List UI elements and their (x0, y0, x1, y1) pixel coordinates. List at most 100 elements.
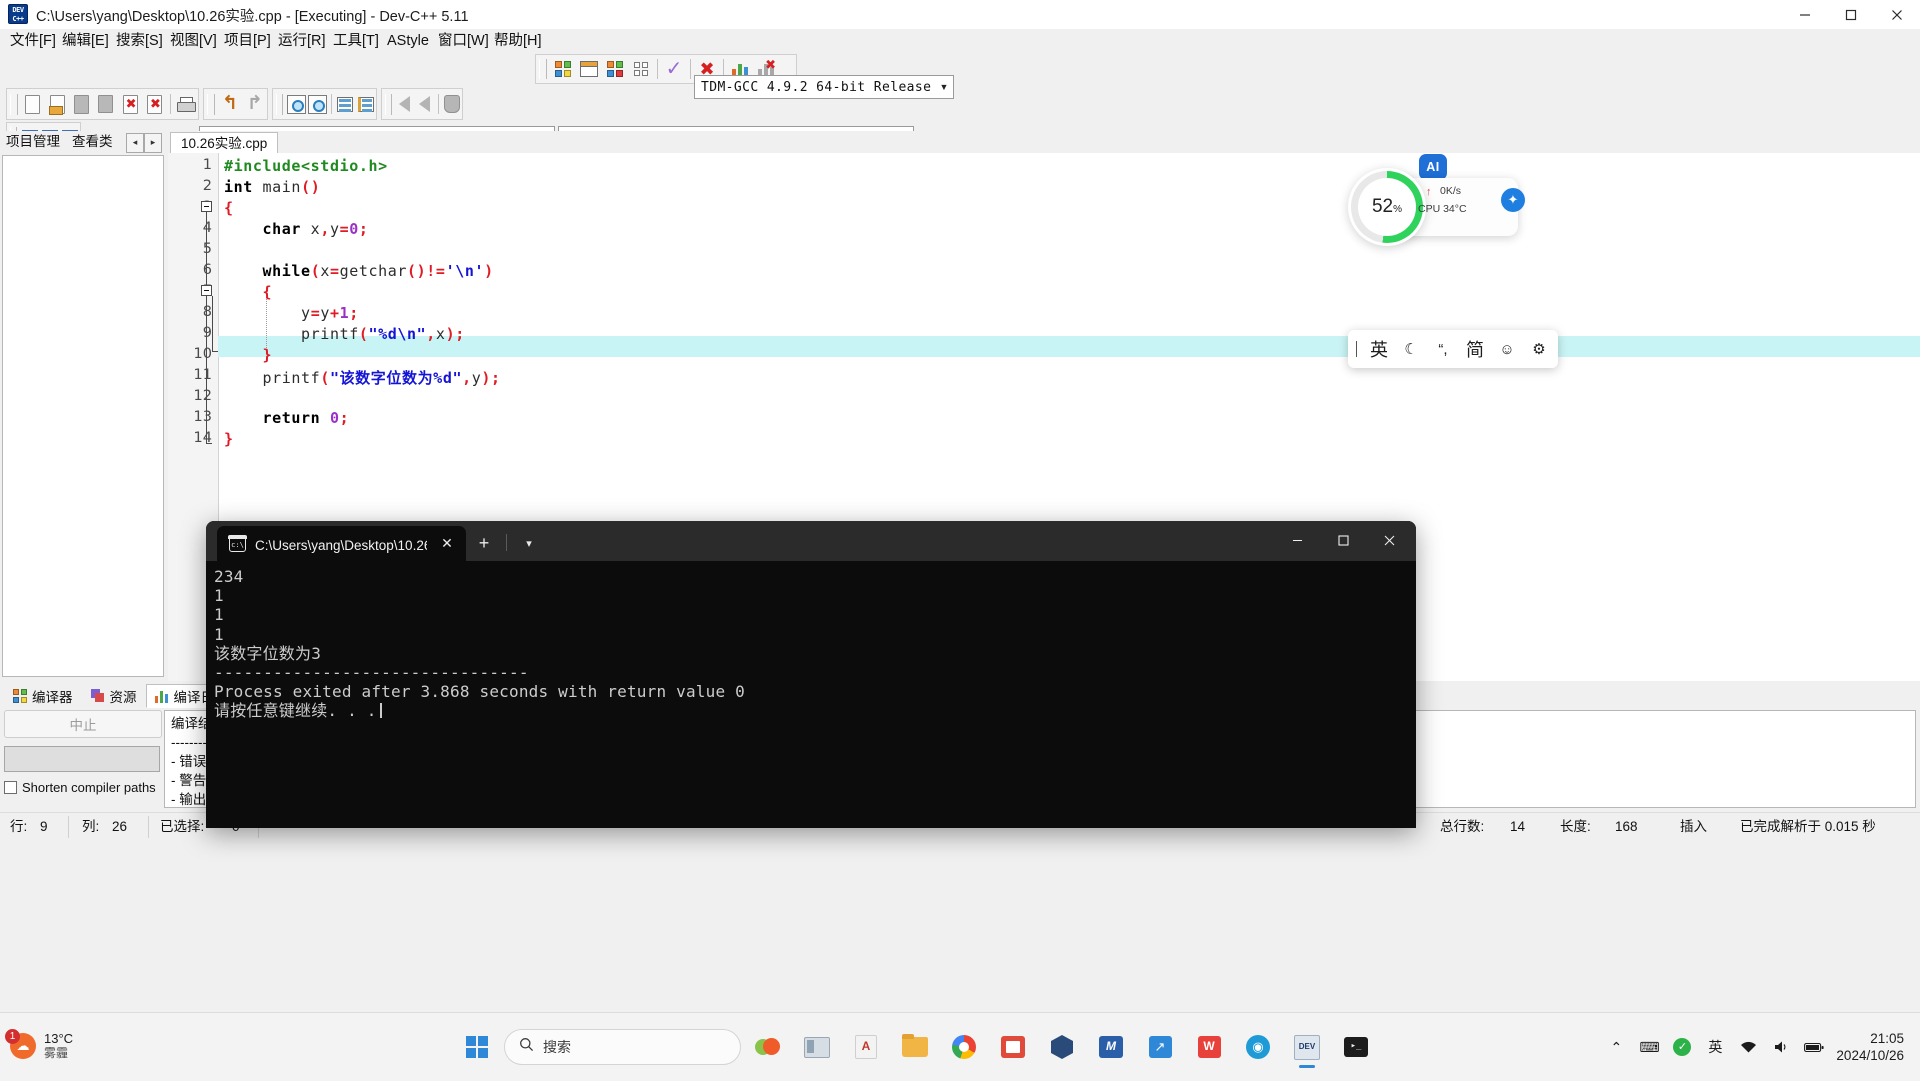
toolbar-grip[interactable] (10, 93, 18, 115)
syntax-check-button[interactable]: ✓ (661, 56, 687, 82)
taskbar-search[interactable]: 搜索 (504, 1029, 741, 1065)
keyboard-icon[interactable]: ⌨ (1634, 1030, 1664, 1064)
toolbar-grip[interactable] (207, 93, 215, 115)
menu-edit[interactable]: 编辑[E] (58, 31, 113, 51)
app-icon-acrobat[interactable]: A (844, 1025, 888, 1069)
menu-tools[interactable]: 工具[T] (329, 31, 383, 51)
tab-class-browser[interactable]: 查看类 (68, 131, 117, 153)
terminal-tab-close-icon[interactable]: ✕ (436, 533, 458, 555)
tab-next-button[interactable]: ▸ (144, 133, 162, 153)
cpu-monitor-widget[interactable]: 52% ↑ 0K/s CPU 34°C ✦ (1348, 168, 1525, 246)
save-all-button[interactable] (94, 91, 118, 117)
close-all-button[interactable]: ✖ (142, 91, 166, 117)
terminal-minimize-button[interactable] (1274, 521, 1320, 559)
taskbar-clock[interactable]: 21:05 2024/10/26 (1832, 1030, 1912, 1064)
rebuild-button[interactable] (628, 56, 654, 82)
close-file-button[interactable]: ✖ (118, 91, 142, 117)
app-icon-store[interactable] (991, 1025, 1035, 1069)
menu-help[interactable]: 帮助[H] (490, 31, 546, 51)
simplified-toggle[interactable]: 简 (1460, 334, 1490, 364)
tray-ime-icon[interactable]: 英 (1700, 1030, 1730, 1064)
project-tree[interactable] (2, 155, 164, 677)
print-button[interactable] (174, 91, 198, 117)
app-icon-chrome[interactable] (942, 1025, 986, 1069)
menu-run[interactable]: 运行[R] (274, 31, 330, 51)
toolbar-grip[interactable] (385, 93, 392, 115)
shorten-paths-row[interactable]: Shorten compiler paths (4, 780, 160, 795)
terminal-dropdown-button[interactable]: ▾ (516, 531, 542, 555)
app-icon-blue[interactable]: ↗ (1138, 1025, 1182, 1069)
ime-mode-toggle[interactable]: 英 (1364, 334, 1394, 364)
tab-compiler[interactable]: 编译器 (4, 684, 82, 708)
ime-toolbar[interactable]: 英 ☾ “, 简 ☺ ⚙ (1348, 330, 1558, 368)
moon-icon[interactable]: ☾ (1396, 334, 1426, 364)
menu-file[interactable]: 文件[F] (6, 31, 60, 51)
volume-icon[interactable] (1766, 1030, 1796, 1064)
terminal-maximize-button[interactable] (1320, 521, 1366, 559)
fold-toggle-line7[interactable] (201, 285, 212, 296)
gear-icon[interactable]: ⚙ (1524, 334, 1554, 364)
shorten-paths-checkbox[interactable] (4, 781, 17, 794)
app-icon-music[interactable]: M (1089, 1025, 1133, 1069)
terminal-tab[interactable]: c:\ C:\Users\yang\Desktop\10.26实 ✕ (217, 526, 466, 561)
undo-button[interactable]: ↰ (218, 91, 243, 117)
app-icon-circle[interactable]: ◉ (1236, 1025, 1280, 1069)
app-icon-terminal[interactable]: ▸_ (1334, 1025, 1378, 1069)
goto-line-button[interactable] (334, 91, 355, 117)
open-file-button[interactable] (45, 91, 69, 117)
menu-window[interactable]: 窗口[W] (434, 31, 493, 51)
weather-widget[interactable]: ☁ 1 13°C 雾霾 (5, 1021, 160, 1071)
toolbar-grip[interactable] (276, 93, 283, 115)
boost-badge-icon[interactable]: ✦ (1501, 188, 1525, 212)
menu-astyle[interactable]: AStyle (383, 31, 433, 51)
log-icon (154, 690, 169, 703)
save-file-button[interactable] (69, 91, 93, 117)
menu-search[interactable]: 搜索[S] (112, 31, 167, 51)
abort-button[interactable]: 中止 (4, 710, 162, 738)
redo-button[interactable]: ↱ (242, 91, 267, 117)
fold-toggle-line3[interactable] (201, 201, 212, 212)
app-icon-box[interactable] (1040, 1025, 1084, 1069)
replace-button[interactable] (307, 91, 328, 117)
wifi-icon[interactable] (1733, 1030, 1763, 1064)
security-shield-icon[interactable]: ✓ (1667, 1030, 1697, 1064)
tab-resource[interactable]: 资源 (82, 684, 146, 708)
close-button[interactable] (1874, 0, 1920, 29)
find-button[interactable] (286, 91, 307, 117)
minimize-button[interactable] (1782, 0, 1828, 29)
new-file-button[interactable] (21, 91, 45, 117)
start-button[interactable] (455, 1025, 499, 1069)
menu-view[interactable]: 视图[V] (166, 31, 221, 51)
compiler-select[interactable]: TDM-GCC 4.9.2 64-bit Release ▼ (694, 75, 954, 99)
goto-function-button[interactable] (355, 91, 376, 117)
menu-project[interactable]: 项目[P] (220, 31, 275, 51)
app-icon-devcpp[interactable]: DEV (1285, 1025, 1329, 1069)
battery-icon[interactable] (1799, 1030, 1829, 1064)
app-icon-painter[interactable] (746, 1025, 790, 1069)
chevron-down-icon[interactable]: ▼ (935, 76, 953, 98)
app-icon-taskview[interactable] (795, 1025, 839, 1069)
app-icon-wps[interactable]: W (1187, 1025, 1231, 1069)
tray-chevron-up-icon[interactable]: ⌃ (1601, 1030, 1631, 1064)
emoji-icon[interactable]: ☺ (1492, 334, 1522, 364)
ai-badge[interactable]: AI (1419, 154, 1447, 180)
compile-run-button[interactable] (602, 56, 628, 82)
terminal-window[interactable]: c:\ C:\Users\yang\Desktop\10.26实 ✕ + ▾ 2… (206, 521, 1416, 828)
toolbar-grip[interactable] (539, 59, 547, 79)
editor-file-tab[interactable]: 10.26实验.cpp (170, 132, 279, 154)
run-button[interactable] (576, 56, 602, 82)
tab-prev-button[interactable]: ◂ (126, 133, 144, 153)
compile-button[interactable] (550, 56, 576, 82)
back-button[interactable] (395, 91, 415, 117)
app-icon-explorer[interactable] (893, 1025, 937, 1069)
terminal-output[interactable]: 234 1 1 1 该数字位数为3 ----------------------… (206, 561, 1416, 828)
terminal-close-button[interactable] (1366, 521, 1412, 559)
tab-project-manager[interactable]: 项目管理 (2, 131, 64, 153)
punctuation-toggle-icon[interactable]: “, (1428, 334, 1458, 364)
profile-button[interactable] (442, 91, 462, 117)
maximize-button[interactable] (1828, 0, 1874, 29)
compile-controls: 中止 Shorten compiler paths (4, 710, 162, 808)
forward-button[interactable] (415, 91, 435, 117)
drag-handle-icon[interactable] (1356, 341, 1357, 357)
terminal-new-tab-button[interactable]: + (471, 531, 497, 555)
